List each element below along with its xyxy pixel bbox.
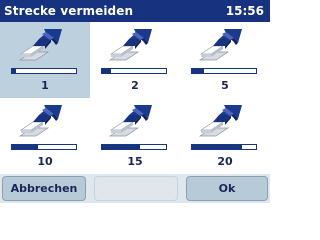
clock: 15:56 [225, 4, 264, 18]
route-arrow-icon [198, 105, 242, 137]
distance-bar [11, 144, 77, 150]
distance-bar [101, 144, 167, 150]
option-20[interactable]: 20 [180, 98, 270, 174]
page-title: Strecke vermeiden [4, 4, 134, 18]
cancel-button[interactable]: Abbrechen [2, 176, 86, 201]
option-5[interactable]: 5 [180, 22, 270, 98]
bottom-bar: Abbrechen Ok [0, 174, 270, 203]
option-value: 2 [131, 79, 139, 92]
route-arrow-icon [198, 29, 242, 61]
distance-bar [11, 68, 77, 74]
route-arrow-icon [18, 29, 62, 61]
option-1[interactable]: 1 [0, 22, 90, 98]
option-value: 1 [41, 79, 49, 92]
distance-option-grid: 1 2 5 10 15 20 [0, 22, 270, 174]
option-2[interactable]: 2 [90, 22, 180, 98]
option-value: 5 [221, 79, 229, 92]
title-bar: Strecke vermeiden 15:56 [0, 0, 270, 22]
route-arrow-icon [18, 105, 62, 137]
distance-bar [101, 68, 167, 74]
option-15[interactable]: 15 [90, 98, 180, 174]
route-arrow-icon [108, 105, 152, 137]
distance-bar [191, 68, 257, 74]
option-10[interactable]: 10 [0, 98, 90, 174]
distance-bar [191, 144, 257, 150]
empty-button-slot [94, 176, 178, 201]
option-value: 20 [217, 155, 233, 168]
ok-button[interactable]: Ok [186, 176, 268, 201]
option-value: 15 [127, 155, 143, 168]
route-arrow-icon [108, 29, 152, 61]
option-value: 10 [37, 155, 53, 168]
